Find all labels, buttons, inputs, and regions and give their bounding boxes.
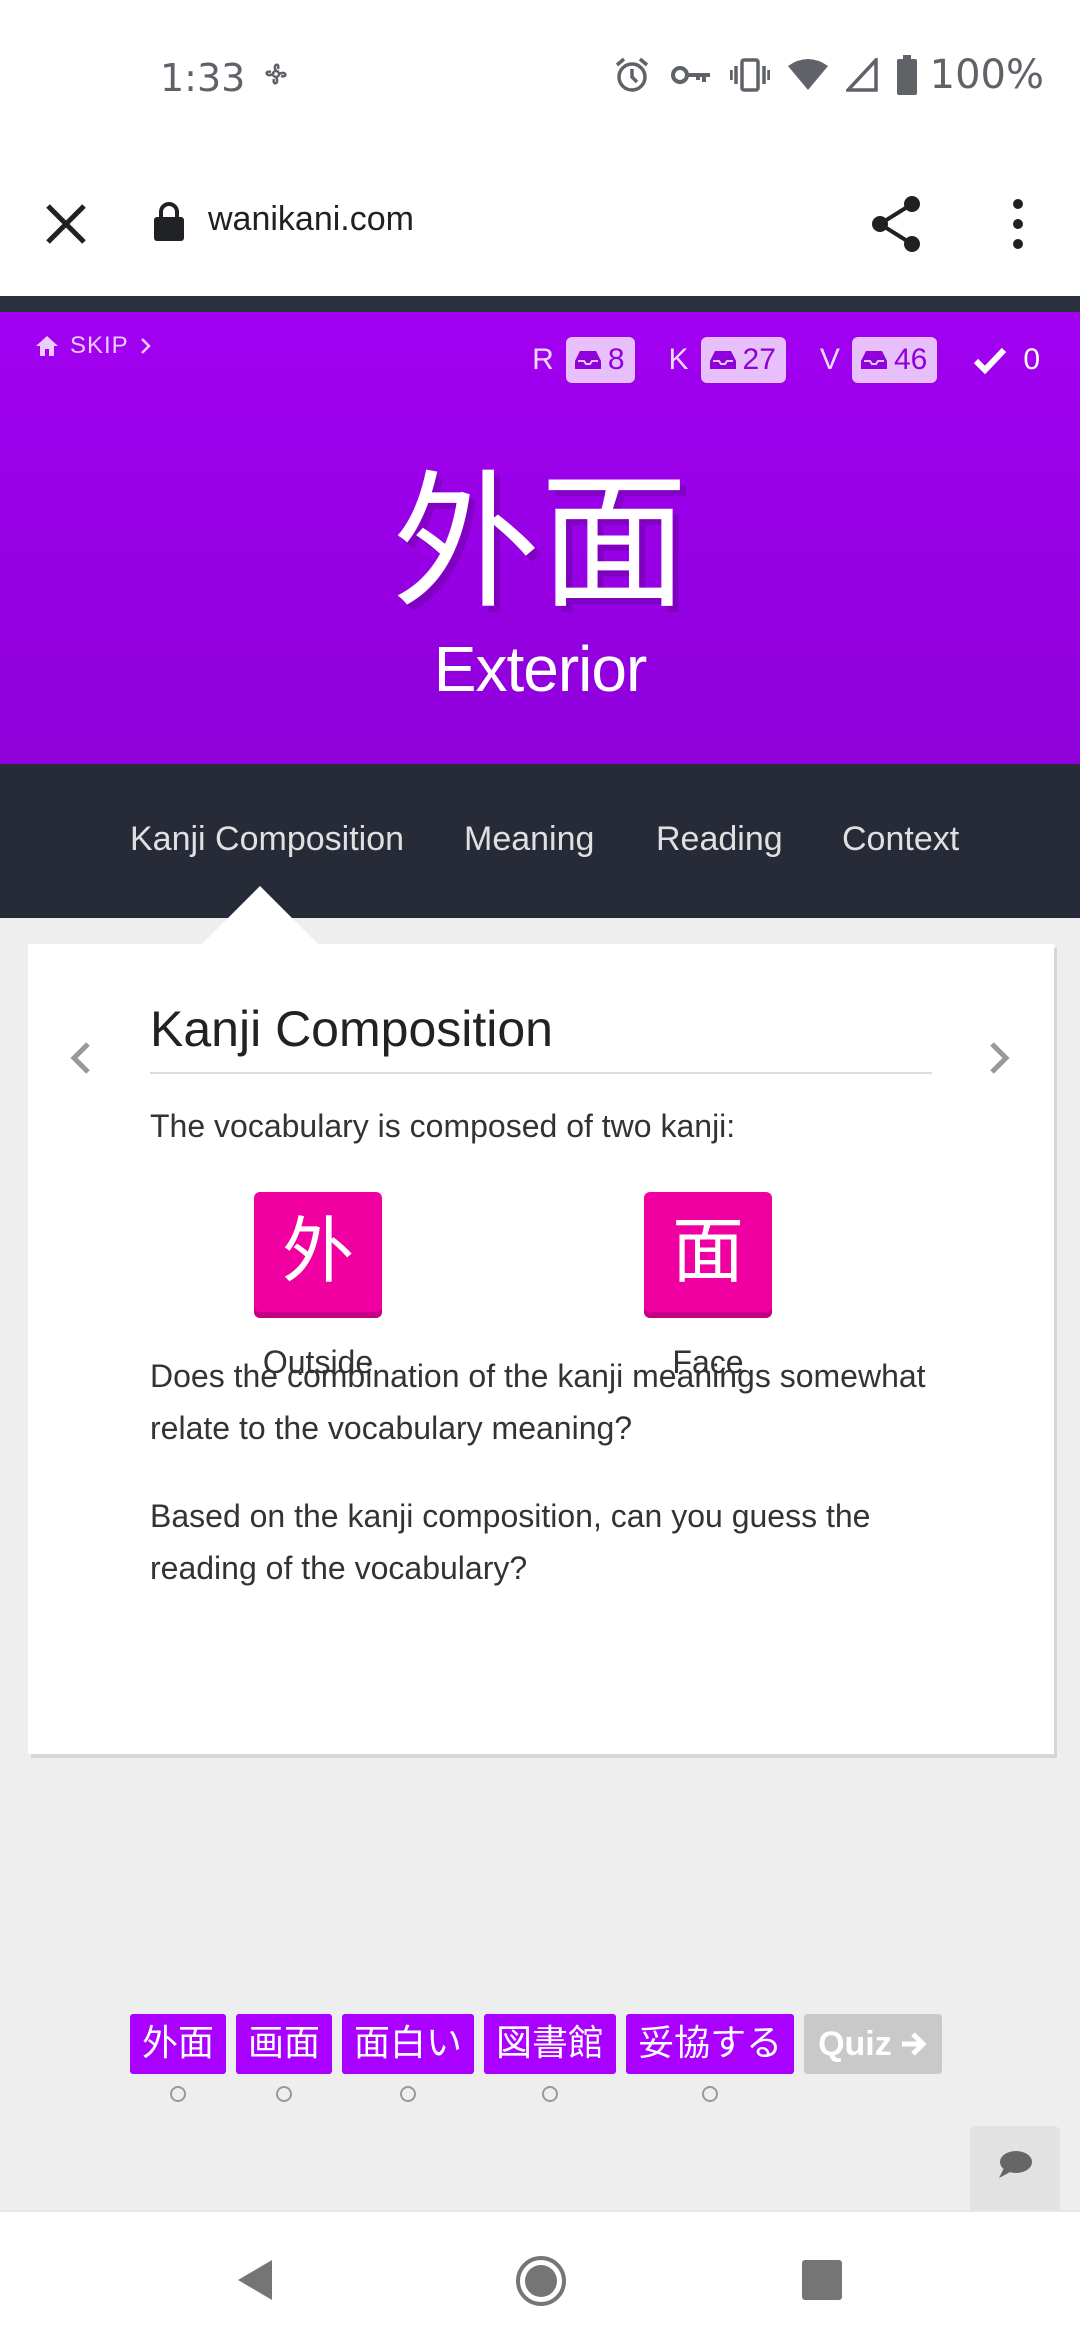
queue-counts: R 8 K 27 V 46 0	[532, 336, 1040, 384]
quiz-button[interactable]: Quiz	[804, 2014, 942, 2074]
kanji-count: 27	[742, 343, 776, 376]
inbox-icon	[574, 351, 601, 369]
active-tab-indicator	[202, 886, 318, 944]
progress-dot	[542, 2086, 559, 2102]
check-icon	[974, 347, 1007, 374]
inbox-icon	[709, 351, 736, 369]
url-text[interactable]: wanikani.com	[208, 200, 414, 239]
queue-item[interactable]: 画面	[236, 2014, 333, 2102]
queue-item-label[interactable]: 面白い	[342, 2014, 475, 2074]
battery-percentage: 100%	[929, 52, 1044, 98]
vocabulary-count: 46	[893, 343, 928, 376]
arrow-right-icon	[901, 2032, 927, 2056]
kanji-tile[interactable]: 外	[254, 1192, 382, 1318]
section-title: Kanji Composition	[150, 1000, 932, 1074]
battery-icon	[896, 55, 917, 95]
inbox-icon	[860, 351, 887, 369]
completed-count: 0	[973, 343, 1040, 377]
home-icon	[36, 336, 58, 356]
recents-icon[interactable]	[800, 2258, 844, 2302]
vibrate-icon	[729, 58, 770, 92]
wifi-icon	[787, 59, 828, 90]
skip-label: SKIP	[70, 332, 129, 359]
home-nav-icon[interactable]	[514, 2254, 568, 2308]
question-meaning: Does the combination of the kanji meanin…	[150, 1358, 926, 1446]
tab-kanji-composition[interactable]: Kanji Composition	[130, 820, 404, 859]
queue-item-label[interactable]: 妥協する	[626, 2014, 795, 2074]
queue-item[interactable]: 図書館	[484, 2014, 617, 2102]
signal-icon	[845, 58, 878, 92]
home-skip-link[interactable]: SKIP	[34, 332, 153, 360]
radicals-count-badge: 8	[565, 337, 635, 383]
queue-item[interactable]: 面白い	[342, 2014, 475, 2102]
queue-item-label[interactable]: 画面	[236, 2014, 333, 2074]
quiz-item[interactable]: Quiz	[804, 2014, 942, 2102]
queue-item[interactable]: 外面	[130, 2014, 227, 2102]
chevron-left-icon[interactable]	[60, 1034, 100, 1082]
close-icon[interactable]	[36, 194, 96, 254]
vocabulary-count-badge: 46	[851, 337, 938, 383]
chevron-right-icon[interactable]	[980, 1034, 1020, 1082]
vocabulary-character: 外面	[392, 457, 688, 629]
toolbar-divider	[0, 296, 1080, 312]
lesson-tabs: Kanji Composition Meaning Reading Contex…	[0, 764, 1080, 918]
share-icon[interactable]	[866, 192, 930, 256]
chat-button[interactable]	[970, 2126, 1060, 2210]
lesson-header: SKIP R 8 K 27 V 46 0 外面 Exterior	[0, 312, 1080, 764]
kanji-label: K	[668, 343, 689, 376]
progress-dot	[400, 2086, 417, 2102]
status-icons: 100%	[612, 50, 1044, 100]
queue-item-label[interactable]: 図書館	[484, 2014, 617, 2074]
status-time: 1:33	[160, 56, 246, 100]
vocabulary-meaning: Exterior	[433, 633, 648, 705]
progress-dot	[170, 2086, 186, 2102]
queue-item-label[interactable]: 外面	[130, 2014, 227, 2074]
alarm-icon	[615, 57, 648, 92]
more-vert-icon[interactable]	[1000, 192, 1036, 256]
tab-meaning[interactable]: Meaning	[464, 820, 594, 859]
browser-toolbar: wanikani.com	[0, 150, 1080, 298]
status-bar: 1:33 100%	[0, 0, 1080, 150]
vocabulary-label: V	[819, 343, 840, 376]
progress-dot	[276, 2086, 293, 2102]
key-icon	[670, 66, 710, 84]
radicals-count: 8	[607, 343, 625, 376]
question-reading: Based on the kanji composition, can you …	[150, 1498, 871, 1586]
chat-icon	[999, 2151, 1032, 2178]
radicals-label: R	[532, 343, 554, 376]
tab-reading[interactable]: Reading	[656, 820, 783, 859]
back-icon[interactable]	[232, 2256, 276, 2304]
system-navigation-bar	[0, 2210, 1080, 2340]
kanji-tile[interactable]: 面	[644, 1192, 772, 1318]
kanji-count-badge: 27	[700, 337, 786, 383]
header-top-row: SKIP R 8 K 27 V 46 0	[0, 312, 1080, 402]
lock-icon	[154, 202, 184, 241]
progress-dot	[702, 2086, 719, 2102]
queue-item[interactable]: 妥協する	[626, 2014, 795, 2102]
fan-icon	[265, 63, 287, 85]
chevron-right-icon	[140, 338, 151, 354]
quiz-label: Quiz	[818, 2025, 892, 2063]
lesson-queue: 外面 画面 面白い 図書館 妥協する Quiz	[130, 2014, 942, 2102]
lesson-card: Kanji Composition The vocabulary is comp…	[28, 944, 1054, 1754]
tab-context[interactable]: Context	[842, 820, 959, 859]
composition-intro: The vocabulary is composed of two kanji:	[150, 1108, 736, 1144]
completed-count-value: 0	[1023, 343, 1040, 376]
